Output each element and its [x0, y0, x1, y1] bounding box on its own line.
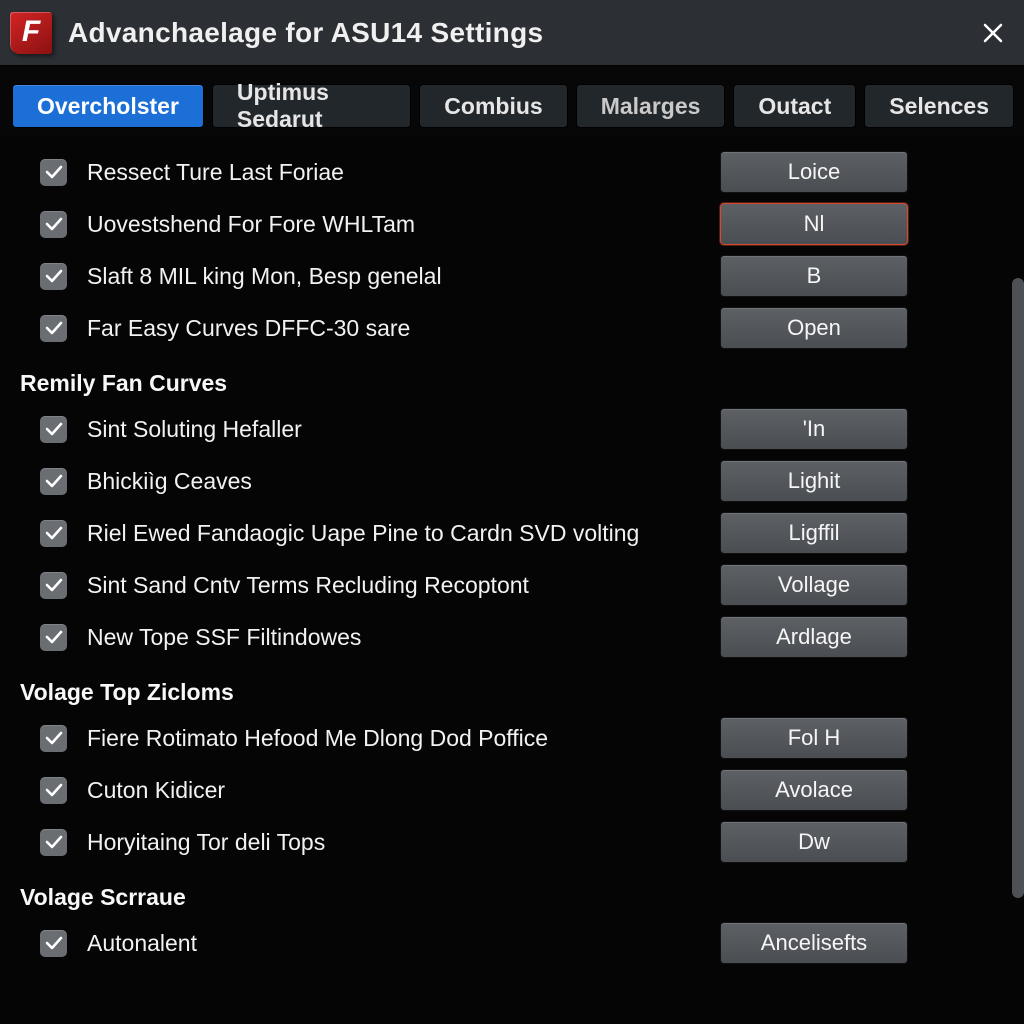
app-logo-icon: F	[10, 12, 52, 54]
app-logo-letter: F	[22, 15, 40, 49]
checkmark-icon	[45, 835, 63, 849]
setting-value-button[interactable]: Nl	[720, 203, 908, 245]
section-heading: Remily Fan Curves	[20, 370, 1016, 397]
window-title: Advanchaelage for ASU14 Settings	[68, 17, 543, 49]
checkmark-icon	[45, 731, 63, 745]
setting-checkbox[interactable]	[40, 777, 67, 804]
setting-checkbox[interactable]	[40, 159, 67, 186]
checkmark-icon	[45, 630, 63, 644]
checkmark-icon	[45, 217, 63, 231]
setting-checkbox[interactable]	[40, 725, 67, 752]
setting-label: Slaft 8 MIL king Mon, Besp genelal	[87, 263, 720, 290]
setting-label: New Tope SSF Filtindowes	[87, 624, 720, 651]
setting-value-button[interactable]: B	[720, 255, 908, 297]
setting-value-button[interactable]: Fol H	[720, 717, 908, 759]
setting-value-button[interactable]: Ligffil	[720, 512, 908, 554]
setting-value-button[interactable]: Ancelisefts	[720, 922, 908, 964]
setting-row: Sint Sand Cntv Terms Recluding Recoptont…	[40, 559, 1016, 611]
checkmark-icon	[45, 321, 63, 335]
scrollbar-thumb[interactable]	[1012, 278, 1024, 898]
setting-label: Far Easy Curves DFFC-30 sare	[87, 315, 720, 342]
checkmark-icon	[45, 422, 63, 436]
setting-checkbox[interactable]	[40, 520, 67, 547]
setting-row: Bhickiìg CeavesLighit	[40, 455, 1016, 507]
setting-value-button[interactable]: Ardlage	[720, 616, 908, 658]
setting-row: Uovestshend For Fore WHLTamNl	[40, 198, 1016, 250]
tab-overcholster[interactable]: Overcholster	[12, 84, 204, 128]
setting-label: Horyitaing Tor deli Tops	[87, 829, 720, 856]
setting-label: Fiere Rotimato Hefood Me Dlong Dod Poffi…	[87, 725, 720, 752]
setting-checkbox[interactable]	[40, 263, 67, 290]
checkmark-icon	[45, 578, 63, 592]
section-heading: Volage Scrraue	[20, 884, 1016, 911]
setting-row: Far Easy Curves DFFC-30 sareOpen	[40, 302, 1016, 354]
setting-row: Ressect Ture Last ForiaeLoice	[40, 146, 1016, 198]
tab-combius[interactable]: Combius	[419, 84, 567, 128]
setting-row: Slaft 8 MIL king Mon, Besp genelalB	[40, 250, 1016, 302]
setting-checkbox[interactable]	[40, 930, 67, 957]
checkmark-icon	[45, 783, 63, 797]
titlebar: F Advanchaelage for ASU14 Settings	[0, 0, 1024, 66]
checkmark-icon	[45, 474, 63, 488]
settings-panel: Ressect Ture Last ForiaeLoiceUovestshend…	[0, 136, 1024, 1024]
setting-row: AutonalentAncelisefts	[40, 917, 1016, 969]
tab-selences[interactable]: Selences	[864, 84, 1014, 128]
setting-row: Riel Ewed Fandaogic Uape Pine to Cardn S…	[40, 507, 1016, 559]
setting-row: Fiere Rotimato Hefood Me Dlong Dod Poffi…	[40, 712, 1016, 764]
setting-checkbox[interactable]	[40, 572, 67, 599]
tab-malarges[interactable]: Malarges	[576, 84, 726, 128]
setting-row: Horyitaing Tor deli TopsDw	[40, 816, 1016, 868]
setting-value-button[interactable]: 'In	[720, 408, 908, 450]
setting-label: Bhickiìg Ceaves	[87, 468, 720, 495]
setting-label: Uovestshend For Fore WHLTam	[87, 211, 720, 238]
setting-row: Cuton KidicerAvolace	[40, 764, 1016, 816]
setting-value-button[interactable]: Vollage	[720, 564, 908, 606]
setting-checkbox[interactable]	[40, 829, 67, 856]
setting-label: Riel Ewed Fandaogic Uape Pine to Cardn S…	[87, 520, 720, 547]
setting-checkbox[interactable]	[40, 468, 67, 495]
close-icon	[982, 22, 1004, 44]
checkmark-icon	[45, 526, 63, 540]
setting-value-button[interactable]: Loice	[720, 151, 908, 193]
setting-value-button[interactable]: Avolace	[720, 769, 908, 811]
tab-bar: OvercholsterUptimus SedarutCombiusMalarg…	[0, 66, 1024, 136]
setting-checkbox[interactable]	[40, 315, 67, 342]
setting-checkbox[interactable]	[40, 416, 67, 443]
setting-label: Autonalent	[87, 930, 720, 957]
setting-row: New Tope SSF FiltindowesArdlage	[40, 611, 1016, 663]
setting-checkbox[interactable]	[40, 624, 67, 651]
setting-value-button[interactable]: Open	[720, 307, 908, 349]
checkmark-icon	[45, 936, 63, 950]
close-button[interactable]	[976, 16, 1010, 50]
tab-outact[interactable]: Outact	[733, 84, 856, 128]
setting-label: Ressect Ture Last Foriae	[87, 159, 720, 186]
setting-label: Cuton Kidicer	[87, 777, 720, 804]
setting-label: Sint Sand Cntv Terms Recluding Recoptont	[87, 572, 720, 599]
setting-value-button[interactable]: Lighit	[720, 460, 908, 502]
section-heading: Volage Top Zicloms	[20, 679, 1016, 706]
checkmark-icon	[45, 269, 63, 283]
setting-row: Sint Soluting Hefaller'In	[40, 403, 1016, 455]
setting-checkbox[interactable]	[40, 211, 67, 238]
tab-uptimus[interactable]: Uptimus Sedarut	[212, 84, 411, 128]
setting-value-button[interactable]: Dw	[720, 821, 908, 863]
checkmark-icon	[45, 165, 63, 179]
setting-label: Sint Soluting Hefaller	[87, 416, 720, 443]
